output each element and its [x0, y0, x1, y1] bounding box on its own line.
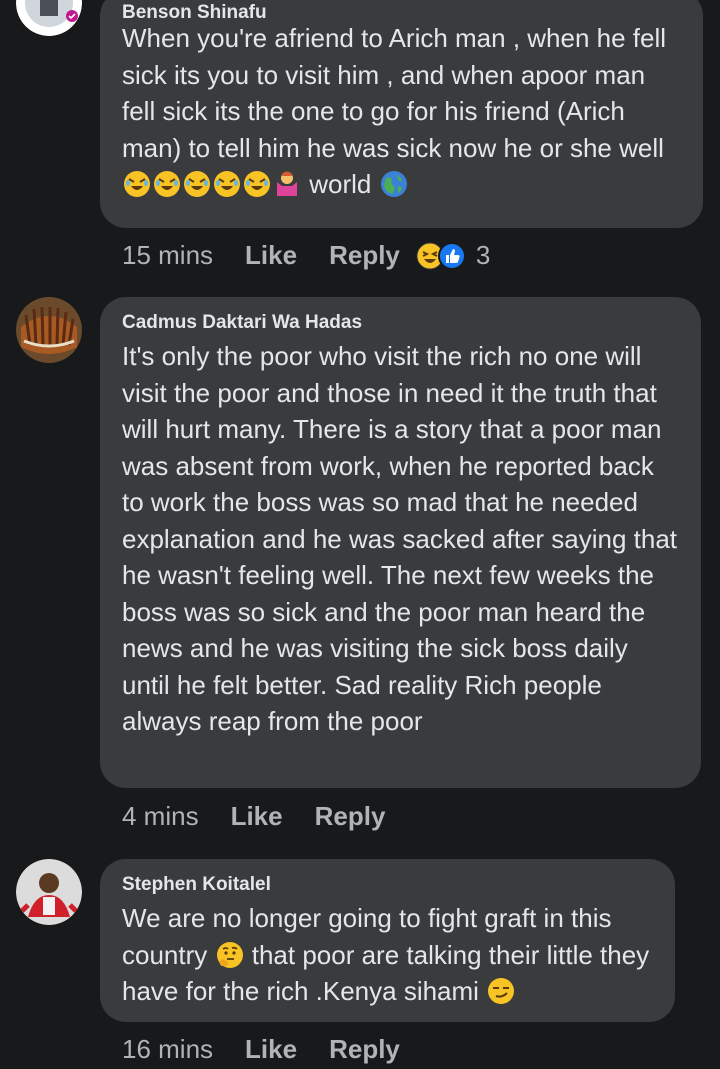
rofl-icon — [214, 171, 240, 197]
like-reaction-icon — [437, 241, 466, 270]
reply-button[interactable]: Reply — [329, 240, 400, 271]
like-button[interactable]: Like — [245, 240, 297, 271]
comment-author[interactable]: Benson Shinafu — [122, 0, 681, 20]
reply-button[interactable]: Reply — [329, 1034, 400, 1065]
avatar[interactable] — [16, 297, 82, 363]
comment-author[interactable]: Cadmus Daktari Wa Hadas — [122, 311, 679, 335]
globe-icon — [380, 171, 407, 197]
comment-time[interactable]: 15 mins — [122, 240, 213, 271]
like-button[interactable]: Like — [231, 801, 283, 832]
comment-text-part: When you're afriend to Arich man , when … — [122, 23, 667, 163]
comment-text-part: world — [309, 169, 372, 199]
comment-bubble: Benson Shinafu When you're afriend to Ar… — [100, 0, 703, 228]
rofl-emoji-group — [122, 169, 309, 199]
thinking-face-icon — [216, 941, 243, 968]
rofl-icon — [244, 171, 270, 197]
comment-bubble: Cadmus Daktari Wa Hadas It's only the po… — [100, 297, 701, 788]
avatar[interactable] — [16, 0, 82, 36]
rofl-icon — [124, 171, 150, 197]
rofl-icon — [154, 171, 180, 197]
like-button[interactable]: Like — [245, 1034, 297, 1065]
comment-text: It's only the poor who visit the rich no… — [122, 341, 678, 736]
comments-page: Benson Shinafu When you're afriend to Ar… — [0, 0, 720, 1069]
smirking-face-icon — [488, 978, 515, 1004]
comment-bubble: Stephen Koitalel We are no longer going … — [100, 859, 675, 1022]
comment-meta: 15 mins Like Reply 3 — [122, 240, 490, 271]
reactions-summary[interactable]: 3 — [416, 240, 490, 271]
avatar[interactable] — [16, 859, 82, 925]
reaction-count: 3 — [475, 240, 491, 270]
person-shrugging-icon — [277, 171, 297, 196]
rofl-icon — [184, 171, 210, 197]
comment-time[interactable]: 16 mins — [122, 1034, 213, 1065]
comment-text: We are no longer going to fight graft in… — [122, 900, 653, 1010]
reply-button[interactable]: Reply — [315, 801, 386, 832]
comment-time[interactable]: 4 mins — [122, 801, 199, 832]
comment-meta: 4 mins Like Reply — [122, 801, 401, 832]
comment-meta: 16 mins Like Reply — [122, 1034, 416, 1065]
comment-author[interactable]: Stephen Koitalel — [122, 873, 653, 897]
comment-text: When you're afriend to Arich man , when … — [122, 20, 681, 203]
